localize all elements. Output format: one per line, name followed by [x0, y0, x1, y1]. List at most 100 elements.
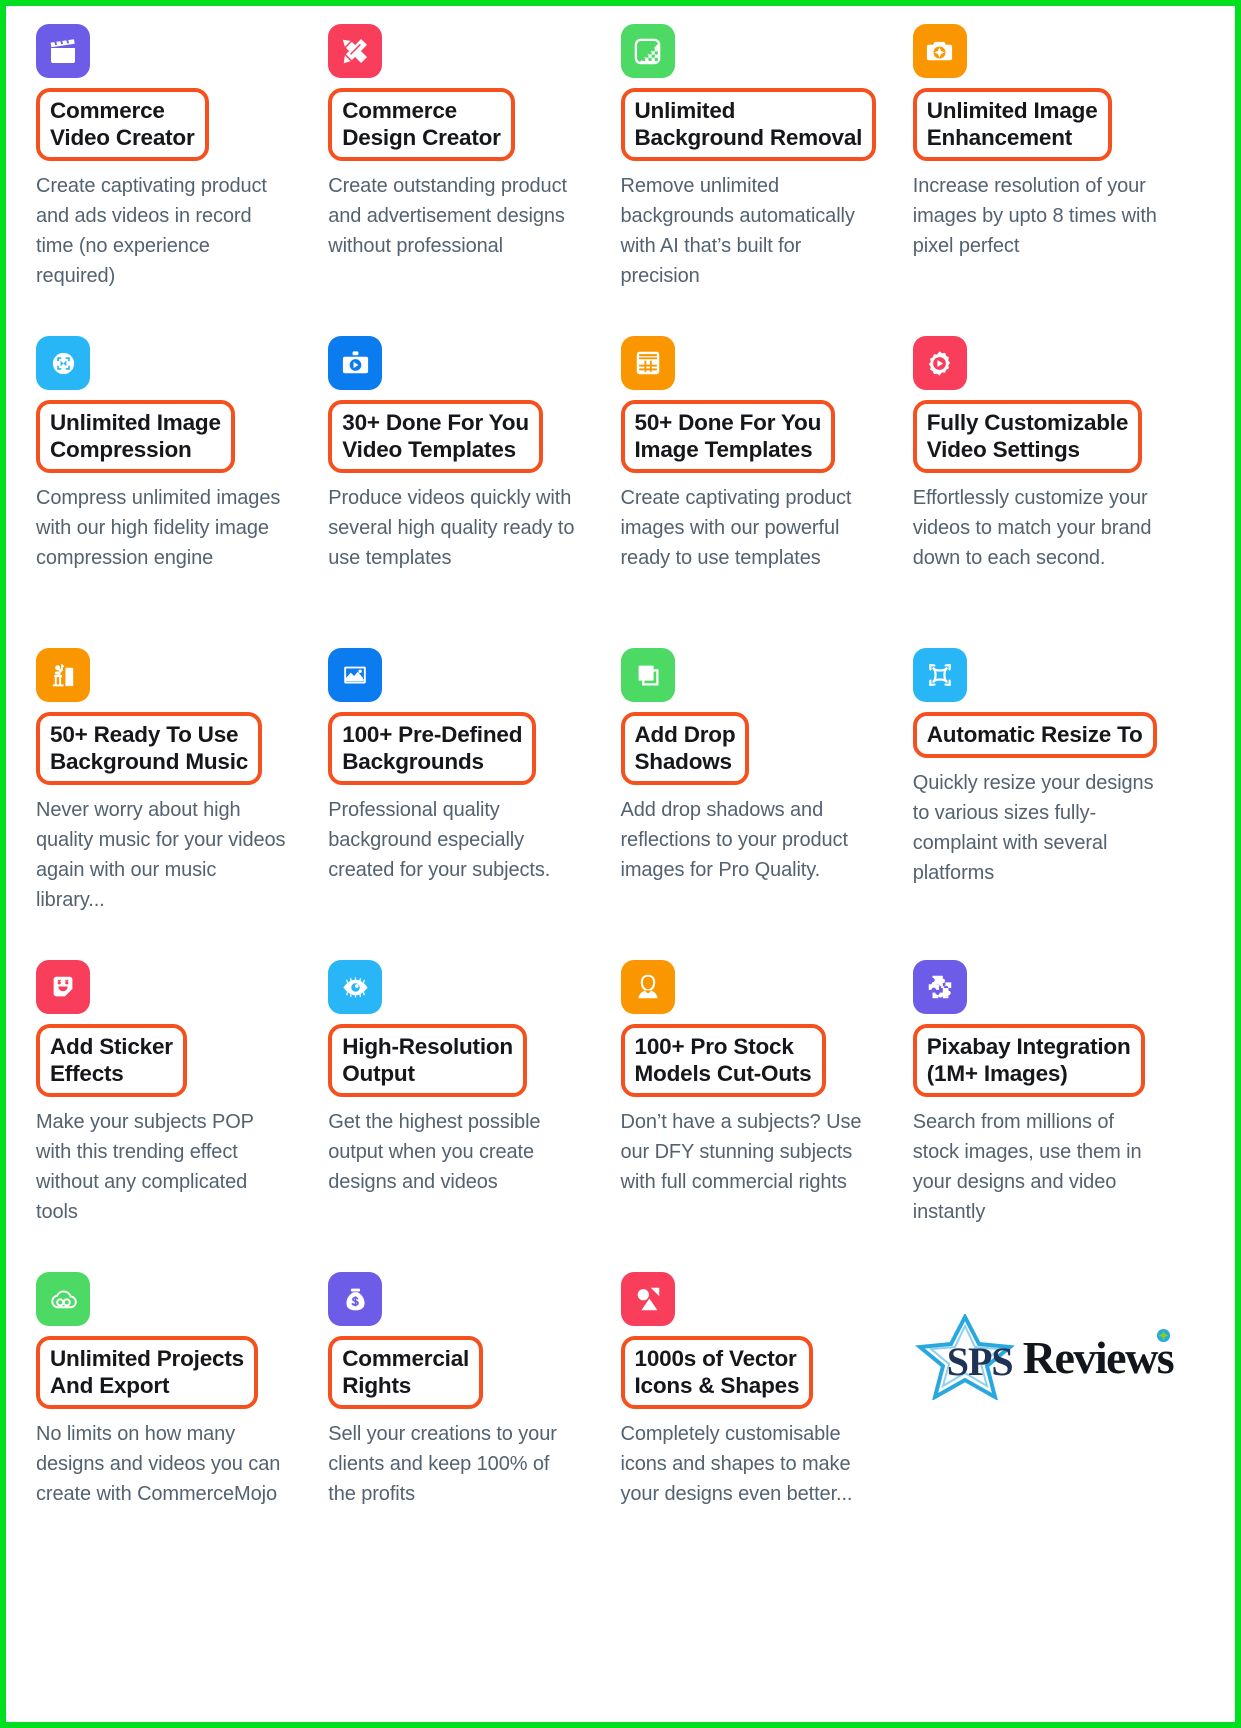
feature-title-box: 50+ Done For You Image Templates	[620, 400, 836, 473]
feature-grid-page: Commerce Video Creator Create captivatin…	[0, 0, 1241, 1728]
grid-templates-icon	[620, 336, 675, 390]
puzzle-pieces-icon	[912, 960, 967, 1014]
feature-card: Unlimited Image Enhancement Increase res…	[912, 24, 1205, 336]
camera-enhance-icon	[912, 24, 967, 78]
feature-title: Automatic Resize To	[926, 722, 1143, 747]
money-bag-icon	[328, 1272, 383, 1326]
clapperboard-icon	[36, 24, 90, 78]
feature-title: High-Resolution Output	[342, 1034, 513, 1086]
feature-card: Add Drop Shadows Add drop shadows and re…	[620, 648, 913, 960]
infinity-cloud-icon	[36, 1272, 90, 1326]
feature-title: Unlimited Image Compression	[50, 410, 221, 462]
feature-description: Increase resolution of your images by up…	[912, 175, 1157, 257]
feature-title: Unlimited Image Enhancement	[926, 98, 1098, 150]
feature-title: 50+ Done For You Image Templates	[634, 410, 822, 462]
feature-card: Unlimited Image Compression Compress unl…	[36, 336, 328, 648]
feature-title: 100+ Pro Stock Models Cut-Outs	[634, 1034, 812, 1086]
feature-title-box: 1000s of Vector Icons & Shapes	[620, 1336, 814, 1409]
resize-arrows-icon	[912, 648, 967, 702]
feature-card: Fully Customizable Video Settings Effort…	[912, 336, 1205, 648]
feature-card: Commerce Video Creator Create captivatin…	[36, 24, 328, 336]
feature-title-box: Add Drop Shadows	[620, 712, 750, 785]
feature-card: 50+ Ready To Use Background Music Never …	[36, 648, 328, 960]
feature-title: 30+ Done For You Video Templates	[342, 410, 529, 462]
brand-logo: SPS Reviews	[913, 1272, 1205, 1584]
star-accent-icon	[1156, 1328, 1171, 1343]
ruler-pencil-icon	[328, 24, 383, 78]
feature-card: Add Sticker Effects Make your subjects P…	[36, 960, 328, 1272]
feature-title: Unlimited Projects And Export	[50, 1346, 244, 1398]
feature-description: Don’t have a subjects? Use our DFY stunn…	[620, 1111, 862, 1193]
feature-card: Commercial Rights Sell your creations to…	[328, 1272, 620, 1584]
logo-sps-text: SPS	[946, 1339, 1014, 1384]
eye-resolution-icon	[328, 960, 383, 1014]
feature-description: Sell your creations to your clients and …	[328, 1423, 557, 1505]
feature-title-box: 50+ Ready To Use Background Music	[36, 712, 263, 785]
feature-description: No limits on how many designs and videos…	[36, 1423, 281, 1505]
sticker-smile-icon	[36, 960, 90, 1014]
feature-title: Add Drop Shadows	[634, 722, 736, 774]
feature-description: Make your subjects POP with this trendin…	[36, 1111, 254, 1223]
feature-title: Commerce Design Creator	[342, 98, 501, 150]
piano-music-icon	[36, 648, 90, 702]
feature-title: Pixabay Integration (1M+ Images)	[926, 1034, 1131, 1086]
feature-title-box: Commerce Design Creator	[328, 88, 515, 161]
feature-title-box: Pixabay Integration (1M+ Images)	[912, 1024, 1145, 1097]
feature-title: Unlimited Background Removal	[634, 98, 863, 150]
feature-title-box: 100+ Pre-Defined Backgrounds	[328, 712, 537, 785]
feature-card: High-Resolution Output Get the highest p…	[328, 960, 620, 1272]
feature-description: Create outstanding product and advertise…	[328, 175, 567, 257]
feature-description: Compress unlimited images with our high …	[36, 487, 281, 569]
feature-title-box: Unlimited Image Enhancement	[912, 88, 1112, 161]
feature-title-box: Fully Customizable Video Settings	[912, 400, 1143, 473]
feature-card: 50+ Done For You Image Templates Create …	[620, 336, 913, 648]
compress-arrows-icon	[36, 336, 90, 390]
gear-play-icon	[912, 336, 967, 390]
feature-description: Search from millions of stock images, us…	[912, 1111, 1142, 1223]
feature-title-box: Add Sticker Effects	[36, 1024, 187, 1097]
feature-description: Effortlessly customize your videos to ma…	[912, 487, 1152, 569]
star-icon: SPS	[913, 1314, 1037, 1400]
features-grid: Commerce Video Creator Create captivatin…	[6, 6, 1235, 1584]
feature-title-box: Unlimited Background Removal	[620, 88, 877, 161]
vector-shapes-icon	[620, 1272, 675, 1326]
feature-description: Completely customisable icons and shapes…	[620, 1423, 853, 1505]
feature-title: Fully Customizable Video Settings	[926, 410, 1129, 462]
logo-reviews-text: Reviews	[1022, 1331, 1175, 1383]
feature-title-box: Unlimited Image Compression	[36, 400, 235, 473]
feature-description: Create captivating product and ads video…	[36, 175, 267, 287]
feature-description: Get the highest possible output when you…	[328, 1111, 541, 1193]
logo-wrap: SPS Reviews	[913, 1314, 1175, 1400]
feature-card: Pixabay Integration (1M+ Images) Search …	[912, 960, 1205, 1272]
feature-title-box: Commercial Rights	[328, 1336, 484, 1409]
feature-title-box: Unlimited Projects And Export	[36, 1336, 258, 1409]
person-model-icon	[620, 960, 675, 1014]
feature-description: Produce videos quickly with several high…	[328, 487, 575, 569]
feature-title: 1000s of Vector Icons & Shapes	[634, 1346, 800, 1398]
feature-description: Quickly resize your designs to various s…	[912, 772, 1154, 884]
feature-card: 100+ Pro Stock Models Cut-Outs Don’t hav…	[620, 960, 913, 1272]
feature-title-box: Commerce Video Creator	[36, 88, 209, 161]
feature-card: Unlimited Projects And Export No limits …	[36, 1272, 328, 1584]
background-removal-icon	[620, 24, 675, 78]
drop-shadow-icon	[620, 648, 675, 702]
feature-description: Create captivating product images with o…	[620, 487, 852, 569]
picture-landscape-icon	[328, 648, 383, 702]
feature-card: 1000s of Vector Icons & Shapes Completel…	[620, 1272, 913, 1584]
feature-title-box: Automatic Resize To	[912, 712, 1157, 758]
feature-description: Never worry about high quality music for…	[36, 799, 286, 911]
feature-title: Add Sticker Effects	[50, 1034, 173, 1086]
video-camera-play-icon	[328, 336, 383, 390]
feature-description: Remove unlimited backgrounds automatical…	[620, 175, 855, 287]
feature-title-box: High-Resolution Output	[328, 1024, 527, 1097]
feature-title: 100+ Pre-Defined Backgrounds	[342, 722, 523, 774]
feature-card: 30+ Done For You Video Templates Produce…	[328, 336, 620, 648]
feature-card: 100+ Pre-Defined Backgrounds Professiona…	[328, 648, 620, 960]
feature-title: 50+ Ready To Use Background Music	[50, 722, 249, 774]
feature-title: Commerce Video Creator	[50, 98, 195, 150]
feature-description: Add drop shadows and reflections to your…	[620, 799, 849, 881]
feature-card: Unlimited Background Removal Remove unli…	[620, 24, 913, 336]
feature-description: Professional quality background especial…	[328, 799, 551, 881]
feature-title: Commercial Rights	[342, 1346, 470, 1398]
feature-card: Automatic Resize To Quickly resize your …	[912, 648, 1205, 960]
